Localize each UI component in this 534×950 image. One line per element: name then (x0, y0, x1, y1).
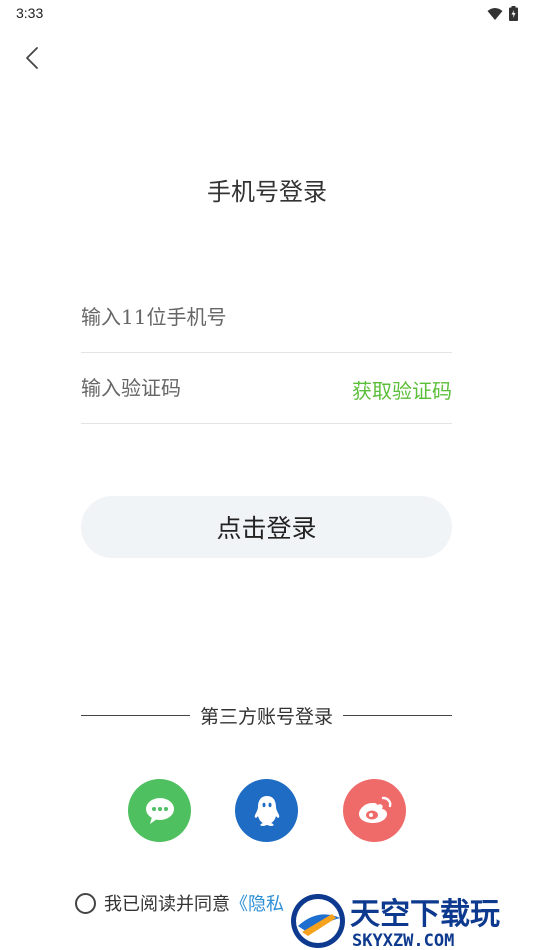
divider-line-right (343, 714, 453, 716)
phone-input[interactable] (81, 302, 331, 332)
page-title: 手机号登录 (207, 178, 327, 206)
weibo-icon (358, 796, 391, 823)
chevron-left-icon (26, 47, 38, 69)
agree-checkbox[interactable] (75, 892, 96, 914)
back-button[interactable] (18, 42, 46, 74)
phone-field-row (81, 282, 452, 353)
battery-icon (509, 6, 518, 21)
watermark-domain: SKYXZW.COM (352, 931, 454, 950)
code-field-row: 获取验证码 (81, 353, 452, 424)
agreement-row: 我已阅读并同意 《隐私 (75, 890, 284, 916)
status-bar: 3:33 (0, 0, 534, 28)
status-icons (487, 6, 518, 21)
status-time: 3:33 (16, 5, 44, 21)
qq-login-button[interactable] (235, 779, 298, 842)
wechat-icon (145, 797, 174, 824)
verification-code-input[interactable] (81, 373, 331, 403)
watermark-logo: 天空下载玩 SKYXZW.COM (291, 894, 500, 950)
third-party-label: 第三方账号登录 (200, 705, 334, 728)
watermark-title: 天空下载玩 (350, 897, 500, 932)
wifi-icon (487, 7, 503, 20)
divider-line-left (81, 714, 190, 716)
qq-icon (254, 795, 279, 826)
login-button[interactable]: 点击登录 (81, 496, 452, 558)
wechat-login-button[interactable] (128, 779, 191, 842)
privacy-link[interactable]: 《隐私 (230, 890, 284, 916)
weibo-login-button[interactable] (343, 779, 406, 842)
agreement-text: 我已阅读并同意 (104, 894, 230, 915)
get-code-button[interactable]: 获取验证码 (352, 375, 452, 404)
third-party-divider: 第三方账号登录 (81, 700, 453, 730)
